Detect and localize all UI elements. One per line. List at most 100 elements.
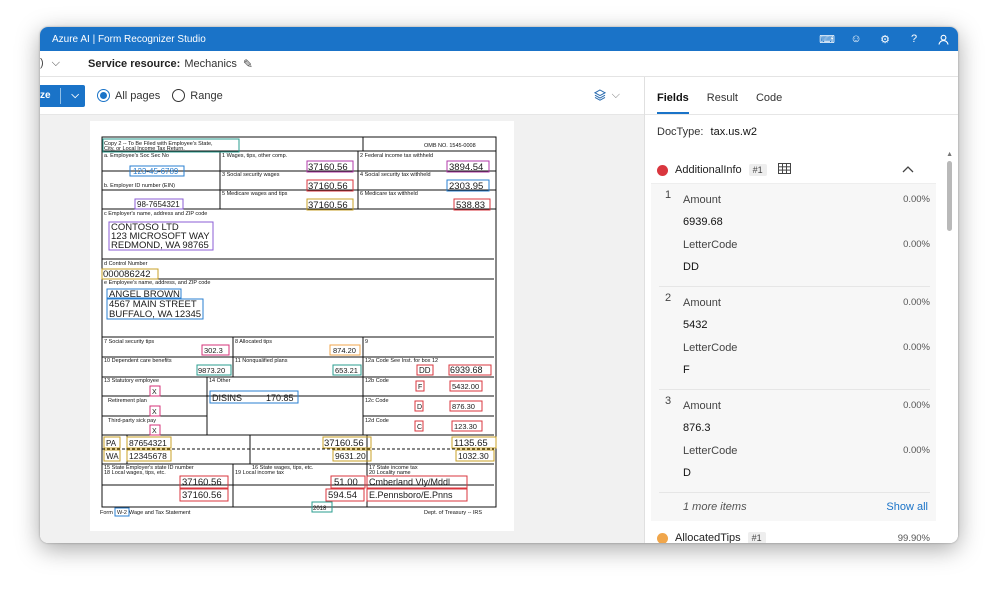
- doctype-value: tax.us.w2: [710, 126, 757, 138]
- w2-b11: 653.21: [335, 366, 358, 375]
- w2-b2: 3894.54: [449, 162, 483, 173]
- item-confidence: 0.00%: [903, 297, 930, 308]
- w2-b7-label: 7 Social security tips: [104, 339, 154, 345]
- w2-x-thirdparty: X: [152, 428, 157, 435]
- list-item: 1 Amount 0.00% 6939.68 LetterCode 0.00% DD: [659, 184, 930, 287]
- w2-b14-label: 14 Other: [209, 378, 231, 384]
- title-bar: Azure AI | Form Recognizer Studio ⌨ ☺ ⚙ …: [40, 27, 958, 51]
- w2-b14-code: DISINS: [212, 393, 242, 403]
- w2-b12d-label: 12d Code: [365, 418, 389, 424]
- service-resource-label: Service resource:: [88, 57, 181, 70]
- tab-fields[interactable]: Fields: [657, 92, 689, 114]
- layers-dropdown[interactable]: ⌵: [593, 89, 620, 102]
- result-tabs: Fields Result Code: [645, 77, 958, 115]
- item-key: LetterCode: [683, 341, 738, 354]
- project-fragment[interactable]: ): [40, 57, 44, 70]
- item-value: 876.3: [683, 422, 711, 434]
- w2-l18b: 37160.56: [182, 490, 222, 501]
- w2-st2-tax: 1032.30: [458, 451, 489, 461]
- analyze-button[interactable]: ze ⌵: [40, 84, 85, 107]
- w2-b20-label: 20 Locality name: [369, 470, 411, 476]
- doctype-label: DocType:: [657, 126, 704, 138]
- document-viewer[interactable]: Copy 2 -- To Be Filed with Employee's St…: [40, 115, 644, 543]
- additional-info-items: 1 Amount 0.00% 6939.68 LetterCode 0.00% DD…: [651, 183, 936, 521]
- app-title: Azure AI | Form Recognizer Studio: [52, 33, 206, 45]
- w2-year: 2018: [313, 506, 327, 512]
- w2-st1-wages: 37160.56: [324, 438, 364, 449]
- analyze-chevron-icon[interactable]: ⌵: [71, 90, 79, 101]
- tab-code[interactable]: Code: [756, 92, 782, 114]
- w2-b6-label: 6 Medicare tax withheld: [360, 191, 418, 197]
- tab-result[interactable]: Result: [707, 92, 738, 114]
- smiley-icon[interactable]: ☺: [849, 33, 863, 45]
- w2-b12d-code: C: [417, 424, 422, 431]
- w2-b18-label: 18 Local wages, tips, etc.: [104, 470, 166, 476]
- w2-b4: 2303.95: [449, 181, 483, 192]
- field-additional-info[interactable]: AdditionalInfo #1: [645, 157, 958, 183]
- w2-b12b-label: 12b Code: [365, 378, 389, 384]
- service-resource-value: Mechanics: [184, 57, 237, 70]
- scrollbar-thumb[interactable]: [947, 161, 952, 231]
- w2-b12b: 5432.00: [452, 382, 479, 391]
- field-name: AdditionalInfo: [675, 164, 742, 176]
- all-pages-radio[interactable]: All pages: [97, 89, 160, 102]
- w2-omb: OMB NO. 1545-0008: [424, 143, 476, 149]
- w2-b9-label: 9: [365, 339, 368, 345]
- list-item: 2 Amount 0.00% 5432 LetterCode 0.00% F: [659, 287, 930, 390]
- w2-e-label: e Employee's name, address, and ZIP code: [104, 280, 210, 286]
- w2-st1-tax: 1135.65: [454, 438, 488, 449]
- w2-document: Copy 2 -- To Be Filed with Employee's St…: [90, 121, 514, 531]
- w2-b8-label: 8 Allocated tips: [235, 339, 272, 345]
- w2-b13-label: 13 Statutory employee: [104, 378, 159, 384]
- w2-b12b-code: F: [418, 384, 422, 391]
- item-confidence: 0.00%: [903, 194, 930, 205]
- chevron-up-icon[interactable]: [902, 164, 914, 176]
- w2-b-label: b. Employer ID number (EIN): [104, 183, 175, 189]
- radio-unchecked-icon: [172, 89, 186, 102]
- document-pane: ze ⌵ All pages Range ⌵ Copy 2 -- To Be F…: [40, 77, 644, 543]
- layers-icon: [593, 89, 606, 101]
- item-confidence: 0.00%: [903, 445, 930, 456]
- range-label: Range: [190, 89, 223, 102]
- item-value: F: [683, 364, 690, 376]
- edit-pencil-icon[interactable]: ✎: [243, 57, 253, 71]
- analyze-label: ze: [40, 90, 51, 101]
- range-radio[interactable]: Range: [172, 89, 223, 102]
- w2-ctrl: 000086242: [103, 269, 151, 280]
- help-icon[interactable]: ?: [907, 33, 921, 45]
- list-item: 3 Amount 0.00% 876.3 LetterCode 0.00% D: [659, 390, 930, 493]
- w2-b1: 37160.56: [308, 162, 348, 173]
- keyboard-icon[interactable]: ⌨: [819, 33, 835, 46]
- field-name: AllocatedTips: [675, 532, 741, 543]
- w2-dept: Dept. of Treasury -- IRS: [424, 510, 482, 516]
- scroll-up-icon[interactable]: ▲: [946, 151, 953, 158]
- more-items-row: 1 more items Show all: [659, 493, 930, 521]
- all-pages-label: All pages: [115, 89, 161, 102]
- w2-b12a-code: DD: [419, 366, 431, 375]
- chevron-down-icon[interactable]: ⌵: [52, 57, 60, 70]
- w2-b12c-label: 12c Code: [365, 398, 389, 404]
- w2-d-label: d Control Number: [104, 261, 148, 267]
- w2-b14: 170.85: [266, 393, 294, 403]
- w2-form-label: Form: [100, 510, 113, 516]
- w2-form-tail: Wage and Tax Statement: [129, 510, 191, 516]
- w2-tp-label: Third-party sick pay: [108, 418, 156, 424]
- w2-b4-label: 4 Social security tax withheld: [360, 172, 431, 178]
- account-icon[interactable]: [936, 34, 950, 45]
- w2-ee3: BUFFALO, WA 12345: [109, 309, 201, 320]
- more-items-text: 1 more items: [683, 501, 747, 513]
- table-icon[interactable]: [777, 163, 791, 177]
- gear-icon[interactable]: ⚙: [878, 33, 892, 46]
- w2-st1: PA: [106, 439, 117, 448]
- w2-b12a: 6939.68: [450, 365, 483, 375]
- field-confidence: 99.90%: [897, 532, 930, 544]
- w2-x-retirement: X: [152, 409, 157, 416]
- w2-c-label: c Employer's name, address and ZIP code: [104, 211, 207, 217]
- field-badge: #1: [748, 164, 767, 176]
- field-allocated-tips[interactable]: AllocatedTips #1 99.90%: [645, 527, 958, 543]
- show-all-link[interactable]: Show all: [886, 501, 928, 513]
- w2-b12d: 123.30: [454, 422, 477, 431]
- analyze-separator: [60, 87, 62, 104]
- field-color-dot: [657, 532, 668, 543]
- w2-x-statutory: X: [152, 389, 157, 396]
